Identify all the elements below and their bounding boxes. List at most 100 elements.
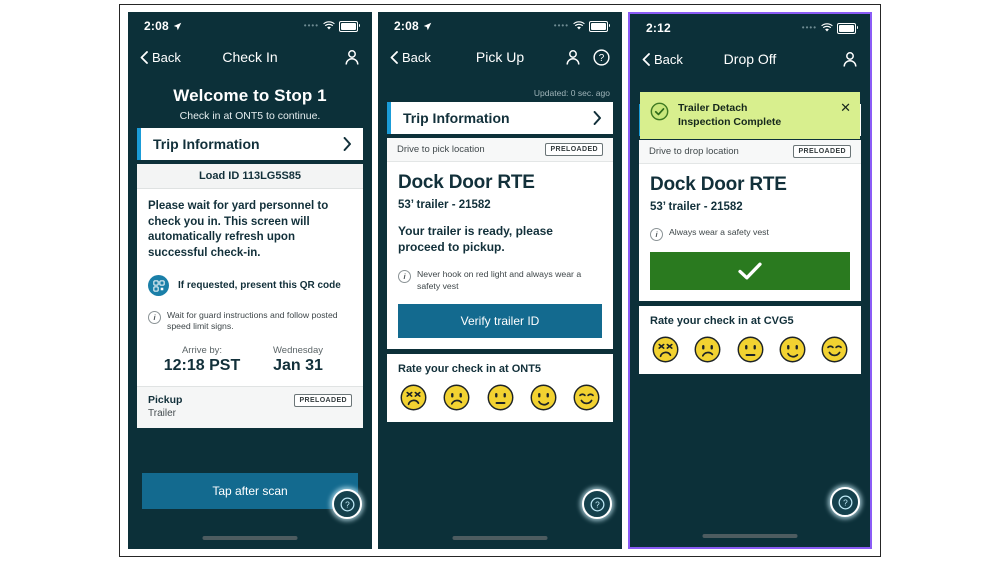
pickup-label: Pickup [148, 393, 183, 406]
chevron-right-icon [343, 137, 351, 151]
trailer-subtitle: 53’ trailer - 21582 [398, 199, 491, 211]
wifi-icon [821, 23, 833, 32]
happy-face-icon[interactable] [573, 384, 600, 411]
status-bar: 2:12 •••• [630, 14, 870, 42]
help-circle-icon: ? [590, 497, 604, 511]
trip-information-label: Trip Information [153, 136, 260, 152]
battery-icon [339, 20, 360, 32]
verify-trailer-id-button[interactable]: Verify trailer ID [398, 304, 602, 338]
help-fab-button[interactable]: ? [830, 487, 860, 517]
wifi-icon [323, 21, 335, 30]
back-button[interactable]: Back [390, 50, 431, 65]
load-card-body: Please wait for yard personnel to check … [137, 189, 363, 386]
chevron-left-icon [642, 52, 650, 66]
status-time: 2:08 [394, 19, 419, 33]
toast-line-1: Trailer Detach [678, 102, 748, 114]
guard-instruction-note: i Wait for guard instructions and follow… [148, 310, 352, 333]
screen-content: Trip Information Drive to drop location … [630, 104, 870, 374]
tap-after-scan-button[interactable]: Tap after scan [142, 473, 358, 509]
chevron-left-icon [390, 50, 398, 64]
arrival-block: Arrive by: 12:18 PST Wednesday Jan 31 [148, 345, 352, 375]
status-time: 2:08 [144, 19, 169, 33]
sad-face-icon[interactable] [443, 384, 470, 411]
chevron-right-icon [593, 111, 601, 125]
safety-note: i Always wear a safety vest [650, 227, 850, 241]
slight-smile-face-icon[interactable] [530, 384, 557, 411]
rating-faces [398, 384, 602, 411]
angry-face-icon[interactable] [652, 336, 679, 363]
person-icon[interactable] [842, 51, 858, 68]
screen-content: Trip Information Drive to pick location … [378, 102, 622, 422]
pick-up-card-body: Dock Door RTE 53’ trailer - 21582 Your t… [387, 162, 613, 349]
arrive-day-label: Wednesday [273, 344, 323, 356]
svg-text:?: ? [843, 497, 848, 507]
help-circle-icon: ? [340, 497, 354, 511]
battery-icon [837, 22, 858, 34]
preloaded-badge: PRELOADED [793, 145, 851, 158]
back-label: Back [654, 51, 683, 67]
svg-text:?: ? [599, 53, 605, 64]
trip-information-bar[interactable]: Trip Information [137, 128, 363, 160]
qr-code-label: If requested, present this QR code [178, 280, 341, 292]
signal-dots-icon: •••• [801, 23, 817, 32]
confirm-check-button[interactable] [650, 252, 850, 290]
info-icon: i [148, 311, 161, 325]
preloaded-badge: PRELOADED [294, 393, 352, 407]
pickup-footer-text: Pickup Trailer [148, 394, 182, 419]
dock-door-title: Dock Door RTE [650, 174, 787, 195]
toast-line-2: Inspection Complete [678, 116, 782, 129]
home-indicator [452, 536, 548, 540]
happy-face-icon[interactable] [821, 336, 848, 363]
arrive-date-value: Jan 31 [273, 356, 323, 374]
screen-content: Trip Information Load ID 113LG5S85 Pleas… [128, 128, 372, 428]
rating-title: Rate your check in at ONT5 [398, 363, 542, 375]
hero-block: Welcome to Stop 1 Check in at ONT5 to co… [128, 74, 372, 128]
status-right: •••• [801, 22, 858, 34]
qr-code-row[interactable]: If requested, present this QR code [148, 275, 352, 297]
trip-information-bar[interactable]: Trip Information [387, 102, 613, 134]
neutral-face-icon[interactable] [487, 384, 514, 411]
guard-instruction-text: Wait for guard instructions and follow p… [167, 310, 338, 332]
signal-dots-icon: •••• [303, 21, 319, 30]
drive-to-drop-row: Drive to drop location PRELOADED [639, 140, 861, 164]
person-icon[interactable] [344, 49, 360, 66]
person-icon[interactable] [565, 49, 581, 66]
drop-off-card: Drive to drop location PRELOADED Dock Do… [639, 140, 861, 301]
status-bar: 2:08 •••• [378, 12, 622, 40]
qr-code-icon [148, 275, 169, 297]
status-left: 2:08 [144, 19, 182, 33]
phone-screen-pick-up: 2:08 •••• Back Pick Up ? Updated: 0 sec.… [378, 12, 622, 549]
back-button[interactable]: Back [140, 50, 181, 65]
status-bar: 2:08 •••• [128, 12, 372, 40]
safety-note-text: Always wear a safety vest [669, 227, 769, 237]
toast-message: Trailer Detach Inspection Complete [678, 101, 781, 129]
help-fab-button[interactable]: ? [332, 489, 362, 519]
help-circle-icon[interactable]: ? [593, 48, 610, 66]
location-arrow-icon [423, 22, 432, 30]
info-icon: i [650, 228, 663, 241]
hero-subtitle: Check in at ONT5 to continue. [179, 110, 321, 122]
drive-to-pick-row: Drive to pick location PRELOADED [387, 138, 613, 162]
home-indicator [702, 534, 798, 538]
slight-smile-face-icon[interactable] [779, 336, 806, 363]
pick-up-card: Drive to pick location PRELOADED Dock Do… [387, 138, 613, 349]
nav-bar: Back Drop Off [630, 42, 870, 76]
sad-face-icon[interactable] [694, 336, 721, 363]
nav-actions: ? [565, 48, 610, 66]
neutral-face-icon[interactable] [737, 336, 764, 363]
back-button[interactable]: Back [642, 52, 683, 67]
rating-title: Rate your check in at CVG5 [650, 315, 794, 327]
arrive-time-value: 12:18 PST [163, 356, 241, 374]
svg-text:?: ? [595, 499, 600, 509]
close-icon[interactable]: ✕ [834, 101, 851, 114]
home-indicator [202, 536, 298, 540]
help-fab-button[interactable]: ? [582, 489, 612, 519]
screenshot-page: 2:08 •••• Back Check In Welcome to Stop … [0, 0, 1000, 563]
info-icon: i [398, 270, 411, 284]
drive-to-drop-label: Drive to drop location [649, 146, 739, 157]
status-time: 2:12 [646, 21, 671, 35]
drop-off-card-body: Dock Door RTE 53’ trailer - 21582 i Alwa… [639, 164, 861, 301]
dock-door-title: Dock Door RTE [398, 172, 535, 193]
nav-actions [344, 49, 360, 66]
angry-face-icon[interactable] [400, 384, 427, 411]
